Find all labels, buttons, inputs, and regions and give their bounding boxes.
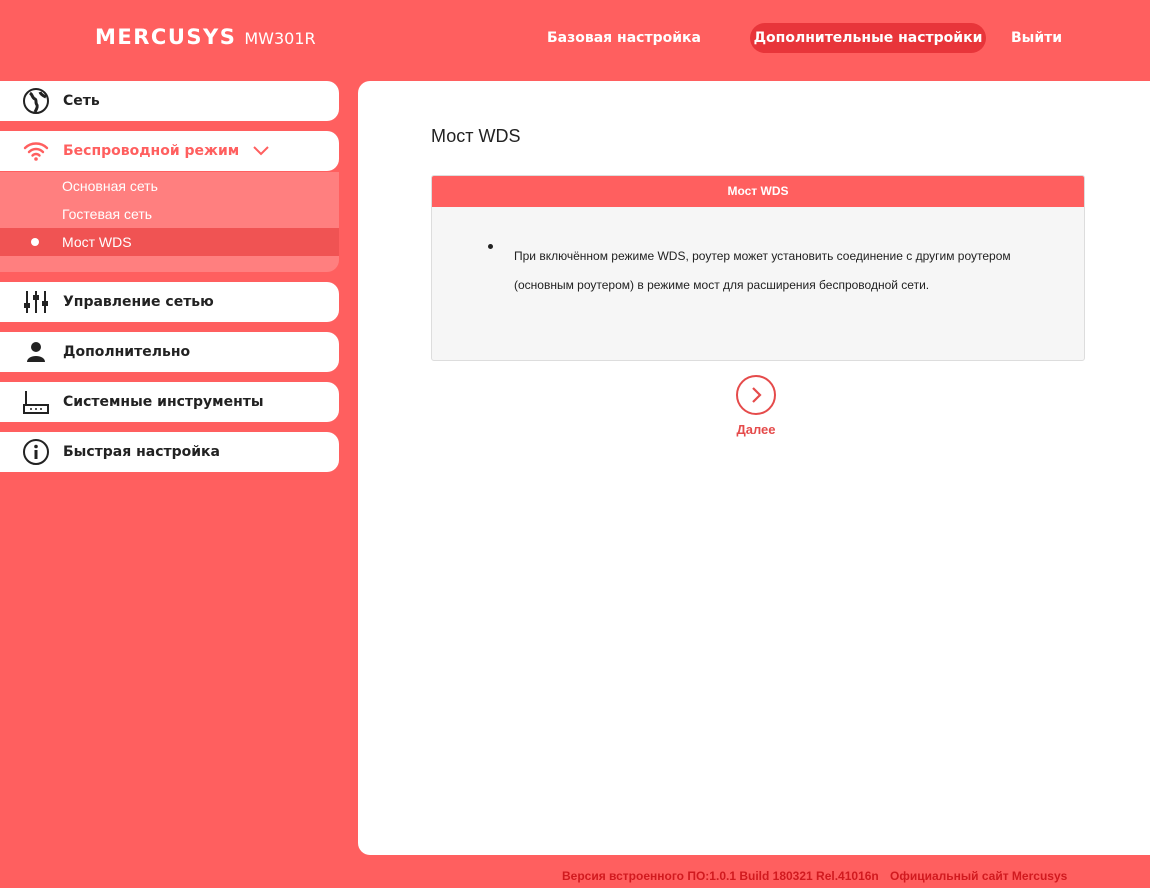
- chevron-down-icon: [253, 146, 269, 156]
- submenu-item-label: Основная сеть: [62, 178, 158, 194]
- submenu-item-guest-network[interactable]: Гостевая сеть: [0, 200, 339, 228]
- card-body: При включённом режиме WDS, роутер может …: [432, 207, 1084, 300]
- sidebar-item-label: Управление сетью: [63, 294, 214, 310]
- bullet-icon: [488, 244, 493, 249]
- wireless-submenu: Основная сеть Гостевая сеть Мост WDS: [0, 172, 339, 272]
- submenu-item-main-network[interactable]: Основная сеть: [0, 172, 339, 200]
- sidebar-item-label: Беспроводной режим: [63, 143, 240, 159]
- info-icon: [22, 438, 50, 466]
- info-card: Мост WDS При включённом режиме WDS, роут…: [431, 175, 1085, 361]
- sidebar-item-network[interactable]: Сеть: [0, 81, 339, 121]
- sidebar-item-network-control[interactable]: Управление сетью: [0, 282, 339, 322]
- footer: Версия встроенного ПО:1.0.1 Build 180321…: [0, 869, 1150, 887]
- nav-basic-settings[interactable]: Базовая настройка: [547, 23, 701, 53]
- firmware-version: Версия встроенного ПО:1.0.1 Build 180321…: [562, 869, 879, 883]
- user-icon: [22, 338, 50, 366]
- sidebar-item-label: Дополнительно: [63, 344, 191, 360]
- sliders-icon: [22, 288, 50, 316]
- logout-button[interactable]: Выйти: [1011, 23, 1062, 53]
- page-title: Мост WDS: [431, 126, 521, 146]
- next-button[interactable]: Далее: [736, 375, 776, 437]
- nav-advanced-settings[interactable]: Дополнительные настройки: [750, 23, 986, 53]
- chevron-right-icon[interactable]: [736, 375, 776, 415]
- wifi-icon: [22, 137, 50, 165]
- top-navigation: Базовая настройка Дополнительные настрой…: [0, 23, 1150, 53]
- sidebar-item-label: Сеть: [63, 93, 100, 109]
- sidebar-item-advanced[interactable]: Дополнительно: [0, 332, 339, 372]
- submenu-item-label: Гостевая сеть: [62, 206, 153, 222]
- sidebar-item-wireless[interactable]: Беспроводной режим: [0, 131, 339, 171]
- card-header: Мост WDS: [432, 176, 1084, 207]
- card-text: При включённом режиме WDS, роутер может …: [514, 249, 1011, 292]
- sidebar-item-quick-setup[interactable]: Быстрая настройка: [0, 432, 339, 472]
- submenu-item-wds-bridge[interactable]: Мост WDS: [0, 228, 339, 256]
- router-icon: [22, 388, 50, 416]
- sidebar-item-label: Быстрая настройка: [63, 444, 221, 460]
- sidebar-item-system-tools[interactable]: Системные инструменты: [0, 382, 339, 422]
- submenu-item-label: Мост WDS: [62, 234, 132, 250]
- official-site-link[interactable]: Официальный сайт Mercusys: [890, 869, 1067, 883]
- selected-dot-icon: [31, 238, 39, 246]
- globe-icon: [22, 87, 50, 115]
- main-panel: Мост WDS Мост WDS При включённом режиме …: [358, 81, 1150, 855]
- next-label[interactable]: Далее: [726, 422, 786, 437]
- sidebar-item-label: Системные инструменты: [63, 394, 264, 410]
